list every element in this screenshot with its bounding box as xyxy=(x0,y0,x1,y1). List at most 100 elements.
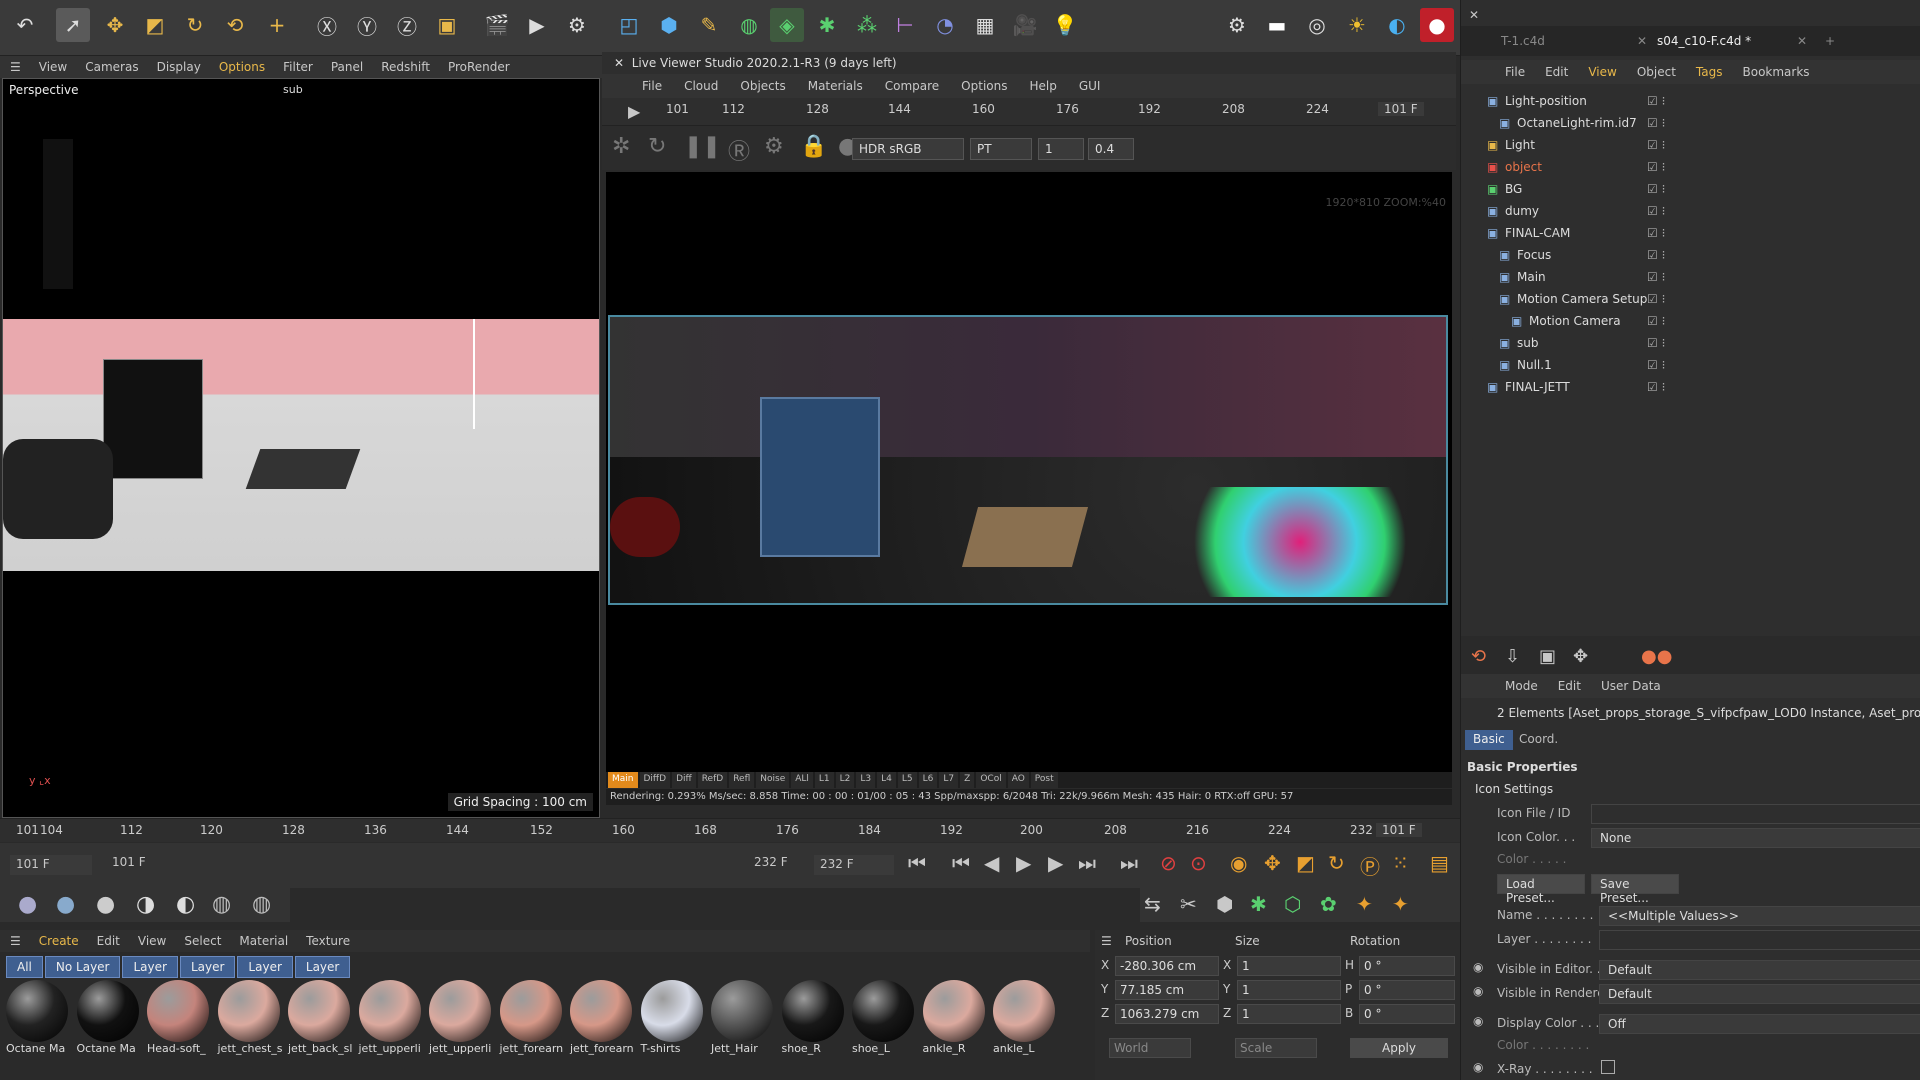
radio-icon[interactable]: ◉ xyxy=(1473,1014,1483,1028)
render-view-icon[interactable]: ▶ xyxy=(520,8,554,42)
object-name[interactable]: Null.1 xyxy=(1517,358,1552,372)
object-row[interactable]: ▣ Motion Camera Setup ☑ ⁝ xyxy=(1461,288,1920,310)
layer-field[interactable] xyxy=(1599,930,1920,950)
object-row[interactable]: ▣ FINAL-CAM ☑ ⁝ xyxy=(1461,222,1920,244)
object-name[interactable]: object xyxy=(1505,160,1542,174)
render-pass-tab[interactable]: Z xyxy=(960,772,975,788)
visibility-toggle-icon[interactable]: ☑ ⁝ xyxy=(1647,292,1665,306)
visibility-toggle-icon[interactable]: ☑ ⁝ xyxy=(1647,336,1665,350)
material-swatch[interactable]: jett_chest_s xyxy=(216,980,282,1060)
coord-scale-select[interactable]: Scale xyxy=(1235,1038,1317,1058)
effector-icon[interactable]: ✱ xyxy=(810,8,844,42)
next-key-icon[interactable]: ⏭ xyxy=(1078,851,1096,875)
object-row[interactable]: ▣ Main ☑ ⁝ xyxy=(1461,266,1920,288)
rotation-field[interactable]: 0 ° xyxy=(1359,956,1455,976)
object-name[interactable]: FINAL-JETT xyxy=(1505,380,1570,394)
primitive-icon[interactable]: ⬢ xyxy=(652,8,686,42)
visibility-toggle-icon[interactable]: ☑ ⁝ xyxy=(1647,226,1665,240)
om-menu-edit[interactable]: Edit xyxy=(1545,65,1568,79)
render-pass-tab[interactable]: L7 xyxy=(939,772,959,788)
coord-system-icon[interactable]: ▣ xyxy=(430,8,464,42)
object-row[interactable]: ▣ Motion Camera ☑ ⁝ xyxy=(1461,310,1920,332)
tool-icon[interactable]: ✦ xyxy=(1392,892,1409,916)
visible-editor-select[interactable]: Default xyxy=(1599,960,1920,980)
radio-icon[interactable]: ◉ xyxy=(1473,960,1483,974)
scene-cardboard[interactable] xyxy=(245,449,361,489)
color-mode-select[interactable]: HDR sRGB xyxy=(852,138,964,160)
go-end-icon[interactable]: ⏭ xyxy=(1120,851,1138,875)
object-name[interactable]: BG xyxy=(1505,182,1522,196)
sphere-preset-icon[interactable]: ● xyxy=(96,892,115,917)
visibility-toggle-icon[interactable]: ☑ ⁝ xyxy=(1647,116,1665,130)
om-menu-bookmarks[interactable]: Bookmarks xyxy=(1743,65,1810,79)
object-name[interactable]: Motion Camera xyxy=(1529,314,1621,328)
visibility-toggle-icon[interactable]: ☑ ⁝ xyxy=(1647,248,1665,262)
mat-menu-view[interactable]: View xyxy=(138,934,166,948)
lv-menu-gui[interactable]: GUI xyxy=(1079,79,1101,93)
scene-rock[interactable] xyxy=(3,439,113,539)
mat-menu-material[interactable]: Material xyxy=(239,934,288,948)
position-field[interactable]: -280.306 cm xyxy=(1115,956,1219,976)
go-start-icon[interactable]: ⏮ xyxy=(908,851,926,875)
render-pass-tab[interactable]: Noise xyxy=(756,772,790,788)
attr-menu-edit[interactable]: Edit xyxy=(1558,679,1581,693)
material-swatch[interactable]: shoe_L xyxy=(850,980,916,1060)
current-frame-field[interactable]: 101 F xyxy=(112,855,146,869)
mat-menu-select[interactable]: Select xyxy=(184,934,221,948)
tool-icon[interactable]: ✱ xyxy=(1250,892,1267,916)
object-name[interactable]: Light xyxy=(1505,138,1535,152)
object-row[interactable]: ▣ Focus ☑ ⁝ xyxy=(1461,244,1920,266)
lv-frame-field[interactable]: 101 F xyxy=(1378,102,1424,116)
generator-icon[interactable]: ◍ xyxy=(732,8,766,42)
lock-icon[interactable]: 🔒 xyxy=(800,134,827,159)
doc-tab-active[interactable]: s04_c10-F.c4d * xyxy=(1657,34,1751,48)
field-icon[interactable]: ⊢ xyxy=(888,8,922,42)
render-pass-tab[interactable]: L6 xyxy=(918,772,938,788)
xray-checkbox[interactable] xyxy=(1601,1060,1615,1074)
save-preset-button[interactable]: Save Preset... xyxy=(1591,874,1679,905)
mat-menu-texture[interactable]: Texture xyxy=(306,934,350,948)
object-name[interactable]: Main xyxy=(1517,270,1546,284)
vp-menu-view[interactable]: View xyxy=(39,60,67,74)
vp-menu-options[interactable]: Options xyxy=(219,60,265,74)
frame-range-slider[interactable] xyxy=(108,855,798,875)
tab-basic[interactable]: Basic xyxy=(1465,730,1513,750)
pause-icon[interactable]: ❚❚ xyxy=(684,134,721,159)
layer-tab[interactable]: Layer xyxy=(179,956,236,978)
position-field[interactable]: 1063.279 cm xyxy=(1115,1004,1219,1024)
icon-color-select[interactable]: None xyxy=(1591,828,1920,848)
blend-preset-icon[interactable]: ◍ xyxy=(212,892,231,917)
visibility-toggle-icon[interactable]: ☑ ⁝ xyxy=(1647,358,1665,372)
floor-icon[interactable]: ▦ xyxy=(968,8,1002,42)
radio-icon[interactable]: ◉ xyxy=(1473,1060,1483,1074)
size-field[interactable]: 1 xyxy=(1237,956,1341,976)
value2-field[interactable]: 0.4 xyxy=(1088,138,1134,160)
record-key-icon[interactable]: ⊘ xyxy=(1160,851,1177,875)
object-name[interactable]: Light-position xyxy=(1505,94,1587,108)
select-tool-icon[interactable]: ➚ xyxy=(56,8,90,42)
value1-field[interactable]: 1 xyxy=(1038,138,1084,160)
object-name[interactable]: Focus xyxy=(1517,248,1551,262)
om-menu-object[interactable]: Object xyxy=(1637,65,1676,79)
mat-menu-create[interactable]: Create xyxy=(39,934,79,948)
load-preset-button[interactable]: Load Preset... xyxy=(1497,874,1585,905)
material-swatch[interactable]: jett_forearn xyxy=(568,980,634,1060)
object-name[interactable]: FINAL-CAM xyxy=(1505,226,1570,240)
lv-settings-icon[interactable]: ⚙ xyxy=(764,134,784,159)
material-swatch[interactable]: Octane Ma xyxy=(4,980,70,1060)
tool-icon[interactable]: ●● xyxy=(1641,646,1672,667)
y-axis-icon[interactable]: Ⓨ xyxy=(350,8,384,42)
tool-icon[interactable]: ⇆ xyxy=(1144,892,1161,916)
material-swatch[interactable]: Octane Ma xyxy=(75,980,141,1060)
lv-menu-help[interactable]: Help xyxy=(1029,79,1056,93)
display-color-select[interactable]: Off xyxy=(1599,1014,1920,1034)
render-pass-tab[interactable]: L1 xyxy=(814,772,834,788)
attr-menu-mode[interactable]: Mode xyxy=(1505,679,1538,693)
tool-icon[interactable]: ▣ xyxy=(1539,646,1556,667)
mograph-icon[interactable]: ⁂ xyxy=(850,8,884,42)
timeline-window-icon[interactable]: ▤ xyxy=(1430,851,1449,875)
perspective-viewport[interactable]: Perspective sub y ⌞x Grid Spacing : 100 … xyxy=(2,78,600,818)
tool-icon[interactable]: ✥ xyxy=(1573,646,1588,667)
live-viewer-canvas[interactable]: 1920*810 ZOOM:%40 xyxy=(606,172,1452,772)
lv-menu-objects[interactable]: Objects xyxy=(740,79,785,93)
